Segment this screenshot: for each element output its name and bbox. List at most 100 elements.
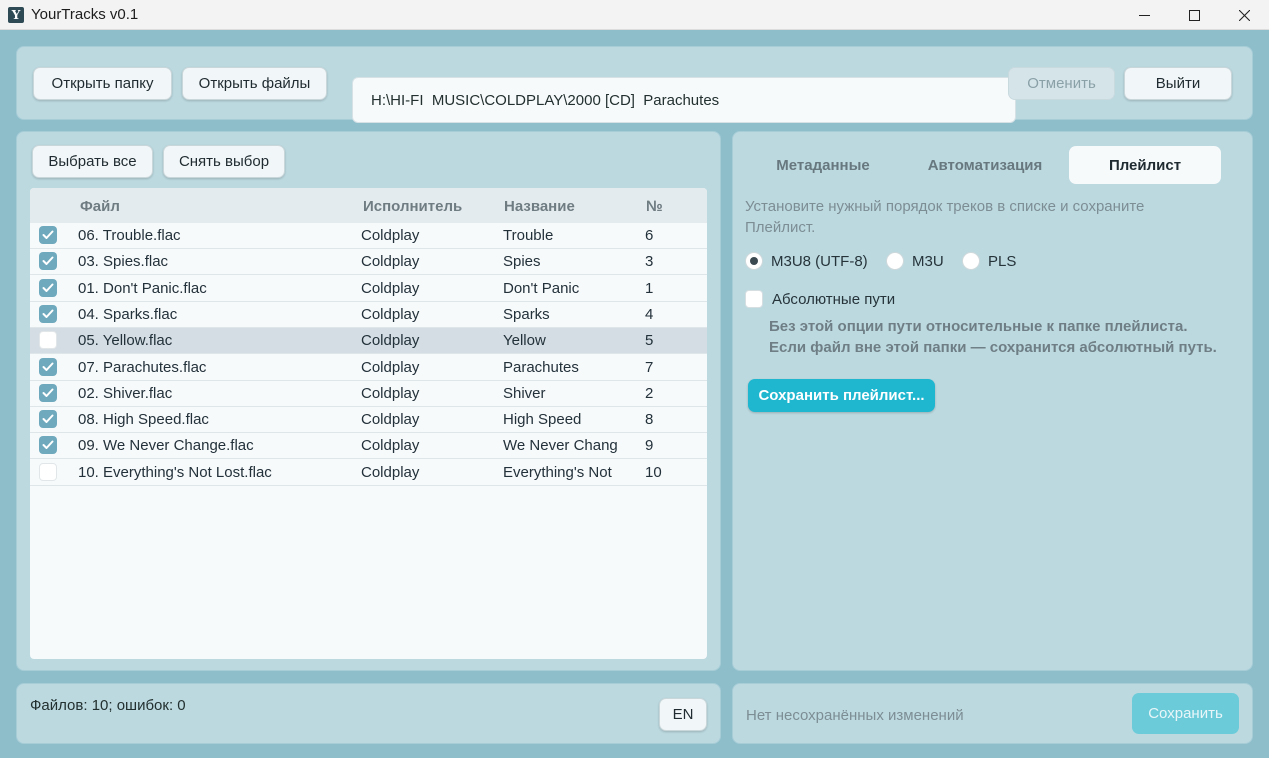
column-header-artist[interactable]: Исполнитель bbox=[363, 198, 462, 215]
status-panel-left: Файлов: 10; ошибок: 0 EN bbox=[16, 683, 721, 744]
checkbox-unchecked-icon bbox=[745, 290, 763, 308]
absolute-paths-checkbox[interactable]: Абсолютные пути bbox=[745, 290, 895, 308]
maximize-icon[interactable] bbox=[1169, 0, 1219, 30]
table-row[interactable]: 04. Sparks.flac Coldplay Sparks 4 bbox=[30, 302, 707, 328]
cell-artist: Coldplay bbox=[361, 384, 420, 402]
cell-file: 04. Sparks.flac bbox=[78, 305, 178, 323]
note-line: Если файл вне этой папки — сохранится аб… bbox=[769, 339, 1217, 356]
deselect-button[interactable]: Снять выбор bbox=[163, 145, 285, 178]
app-logo-icon: Y bbox=[8, 6, 24, 23]
cell-file: 08. High Speed.flac bbox=[78, 411, 209, 429]
select-all-button[interactable]: Выбрать все bbox=[32, 145, 153, 178]
path-field[interactable]: H:\HI-FI MUSIC\COLDPLAY\2000 [CD] Parach… bbox=[352, 77, 1016, 123]
minimize-icon[interactable] bbox=[1119, 0, 1169, 30]
column-header-title[interactable]: Название bbox=[504, 198, 575, 215]
open-files-button[interactable]: Открыть файлы bbox=[182, 67, 327, 100]
status-panel-right: Нет несохранённых изменений Сохранить bbox=[732, 683, 1253, 744]
table-row[interactable]: 03. Spies.flac Coldplay Spies 3 bbox=[30, 249, 707, 276]
window-controls bbox=[1119, 0, 1269, 30]
tracks-table: Файл Исполнитель Название № 06. Trouble.… bbox=[30, 188, 707, 659]
unsaved-status: Нет несохранённых изменений bbox=[746, 707, 964, 724]
cell-title: Parachutes bbox=[503, 358, 579, 376]
cell-file: 03. Spies.flac bbox=[78, 253, 169, 271]
radio-label: M3U bbox=[912, 252, 944, 270]
checkbox-unchecked-icon[interactable] bbox=[39, 331, 57, 350]
cell-artist: Coldplay bbox=[361, 411, 420, 429]
files-info: Файлов: 10; ошибок: 0 bbox=[30, 697, 186, 714]
note-line: Без этой опции пути относительные к папк… bbox=[769, 318, 1188, 335]
tab-automation[interactable]: Автоматизация bbox=[907, 146, 1063, 184]
radio-m3u[interactable]: M3U bbox=[886, 252, 944, 270]
table-row[interactable]: 07. Parachutes.flac Coldplay Parachutes 7 bbox=[30, 355, 707, 381]
checkbox-checked-icon[interactable] bbox=[39, 410, 57, 429]
cell-number: 10 bbox=[645, 463, 662, 481]
main-area: Открыть папку Открыть файлы H:\HI-FI MUS… bbox=[0, 30, 1269, 758]
radio-m3u8[interactable]: M3U8 (UTF-8) bbox=[745, 252, 868, 270]
radio-empty-icon bbox=[962, 252, 980, 270]
tabs-panel: Метаданные Автоматизация Плейлист Устано… bbox=[732, 131, 1253, 671]
cell-number: 4 bbox=[645, 305, 654, 323]
cell-title: Everything's Not bbox=[503, 463, 612, 481]
table-row[interactable]: 01. Don't Panic.flac Coldplay Don't Panic 1 bbox=[30, 276, 707, 302]
cell-artist: Coldplay bbox=[361, 227, 420, 244]
cell-title: Sparks bbox=[503, 305, 550, 323]
cancel-button[interactable]: Отменить bbox=[1008, 67, 1115, 100]
cell-artist: Coldplay bbox=[361, 332, 420, 350]
language-button[interactable]: EN bbox=[659, 698, 707, 731]
open-folder-button[interactable]: Открыть папку bbox=[33, 67, 172, 100]
checkbox-checked-icon[interactable] bbox=[39, 278, 57, 297]
checkbox-unchecked-icon[interactable] bbox=[39, 462, 57, 481]
cell-number: 9 bbox=[645, 437, 654, 455]
cell-title: Don't Panic bbox=[503, 279, 580, 297]
checkbox-checked-icon[interactable] bbox=[39, 383, 57, 402]
absolute-paths-note: Без этой опции пути относительные к папк… bbox=[769, 316, 1239, 358]
table-row[interactable]: 02. Shiver.flac Coldplay Shiver 2 bbox=[30, 381, 707, 407]
table-row[interactable]: 06. Trouble.flac Coldplay Trouble 6 bbox=[30, 223, 707, 249]
cell-title: High Speed bbox=[503, 411, 582, 429]
save-button[interactable]: Сохранить bbox=[1132, 693, 1239, 734]
cell-file: 07. Parachutes.flac bbox=[78, 358, 207, 376]
checkbox-checked-icon[interactable] bbox=[39, 436, 57, 455]
cell-number: 5 bbox=[645, 332, 654, 350]
cell-file: 06. Trouble.flac bbox=[78, 227, 181, 244]
cell-file: 02. Shiver.flac bbox=[78, 384, 173, 402]
cell-number: 1 bbox=[645, 279, 654, 297]
cell-file: 09. We Never Change.flac bbox=[78, 437, 254, 455]
cell-number: 8 bbox=[645, 411, 654, 429]
save-playlist-button[interactable]: Сохранить плейлист... bbox=[748, 379, 935, 412]
file-list-panel: Выбрать все Снять выбор Файл Исполнитель… bbox=[16, 131, 721, 671]
radio-label: M3U8 (UTF-8) bbox=[771, 252, 868, 270]
cell-title: Trouble bbox=[503, 227, 554, 244]
tab-bar: Метаданные Автоматизация Плейлист bbox=[733, 146, 1253, 184]
tab-playlist[interactable]: Плейлист bbox=[1069, 146, 1221, 184]
cell-artist: Coldplay bbox=[361, 437, 420, 455]
radio-pls[interactable]: PLS bbox=[962, 252, 1016, 270]
table-row[interactable]: 09. We Never Change.flac Coldplay We Never… bbox=[30, 433, 707, 460]
tab-metadata[interactable]: Метаданные bbox=[749, 146, 897, 184]
table-row[interactable]: 05. Yellow.flac Coldplay Yellow 5 bbox=[30, 328, 707, 355]
cell-number: 6 bbox=[645, 227, 654, 244]
close-icon[interactable] bbox=[1219, 0, 1269, 30]
checkbox-checked-icon[interactable] bbox=[39, 226, 57, 244]
radio-label: PLS bbox=[988, 252, 1017, 270]
checkbox-checked-icon[interactable] bbox=[39, 357, 57, 376]
table-row[interactable]: 10. Everything's Not Lost.flac Coldplay Ev… bbox=[30, 460, 707, 486]
playlist-hint: Установите нужный порядок треков в списк… bbox=[745, 198, 1145, 236]
cell-artist: Coldplay bbox=[361, 305, 420, 323]
column-header-number[interactable]: № bbox=[646, 198, 663, 215]
cell-number: 3 bbox=[645, 253, 654, 271]
table-row[interactable]: 08. High Speed.flac Coldplay High Speed 8 bbox=[30, 407, 707, 434]
checkbox-checked-icon[interactable] bbox=[39, 304, 57, 323]
exit-button[interactable]: Выйти bbox=[1124, 67, 1232, 100]
cell-artist: Coldplay bbox=[361, 463, 420, 481]
cell-title: Shiver bbox=[503, 384, 546, 402]
checkbox-checked-icon[interactable] bbox=[39, 252, 57, 271]
absolute-paths-label: Абсолютные пути bbox=[772, 290, 896, 308]
top-toolbar: Открыть папку Открыть файлы H:\HI-FI MUS… bbox=[16, 46, 1253, 123]
title-bar: Y YourTracks v0.1 bbox=[0, 0, 1269, 30]
cell-artist: Coldplay bbox=[361, 279, 420, 297]
cell-number: 2 bbox=[645, 384, 654, 402]
column-header-file[interactable]: Файл bbox=[80, 198, 120, 215]
cell-number: 7 bbox=[645, 358, 654, 376]
cell-title: Yellow bbox=[503, 332, 546, 350]
